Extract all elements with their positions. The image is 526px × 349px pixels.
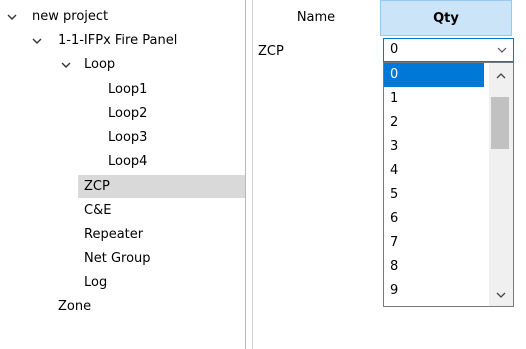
tree-node-log[interactable]: Log: [84, 271, 107, 295]
scrollbar-thumb[interactable]: [491, 97, 509, 149]
dropdown-option[interactable]: 6: [384, 207, 484, 231]
dropdown-option[interactable]: 8: [384, 255, 484, 279]
tree-node-net-group[interactable]: Net Group: [84, 247, 151, 271]
row-name-cell: ZCP: [258, 44, 284, 59]
dropdown-option[interactable]: 1: [384, 87, 484, 111]
column-header-name[interactable]: Name: [252, 0, 380, 36]
qty-combobox-value: 0: [390, 42, 399, 57]
dropdown-option[interactable]: 0: [384, 63, 484, 87]
chevron-down-icon[interactable]: [31, 35, 43, 47]
tree-node-root[interactable]: new project: [32, 5, 108, 29]
dropdown-option[interactable]: 9: [384, 279, 484, 303]
tree-node-panel[interactable]: 1-1-IFPx Fire Panel: [58, 29, 177, 53]
dropdown-option[interactable]: 5: [384, 183, 484, 207]
tree-node-loop2[interactable]: Loop2: [108, 102, 147, 126]
qty-combobox[interactable]: 0: [383, 38, 514, 62]
chevron-down-icon[interactable]: [497, 45, 507, 55]
chevron-down-icon[interactable]: [495, 290, 507, 300]
chevron-down-icon[interactable]: [60, 59, 72, 71]
project-tree[interactable]: new project 1-1-IFPx Fire Panel Loop Loo…: [0, 0, 246, 349]
dropdown-option[interactable]: 7: [384, 231, 484, 255]
column-header-qty[interactable]: Qty: [380, 0, 512, 36]
tree-node-loop1[interactable]: Loop1: [108, 78, 147, 102]
tree-node-repeater[interactable]: Repeater: [84, 223, 143, 247]
qty-dropdown-list[interactable]: 0 1 2 3 4 5 6 7 8 9: [383, 62, 514, 307]
tree-node-zone[interactable]: Zone: [58, 295, 91, 319]
tree-node-loop4[interactable]: Loop4: [108, 150, 147, 174]
tree-node-zcp[interactable]: ZCP: [84, 175, 110, 199]
chevron-up-icon[interactable]: [495, 71, 507, 81]
dropdown-option[interactable]: 3: [384, 135, 484, 159]
tree-node-ce[interactable]: C&E: [84, 199, 111, 223]
dropdown-scrollbar[interactable]: [489, 63, 513, 306]
dropdown-option[interactable]: 2: [384, 111, 484, 135]
dropdown-option[interactable]: 4: [384, 159, 484, 183]
tree-node-loop[interactable]: Loop: [84, 53, 115, 77]
chevron-down-icon[interactable]: [6, 11, 18, 23]
tree-node-loop3[interactable]: Loop3: [108, 126, 147, 150]
